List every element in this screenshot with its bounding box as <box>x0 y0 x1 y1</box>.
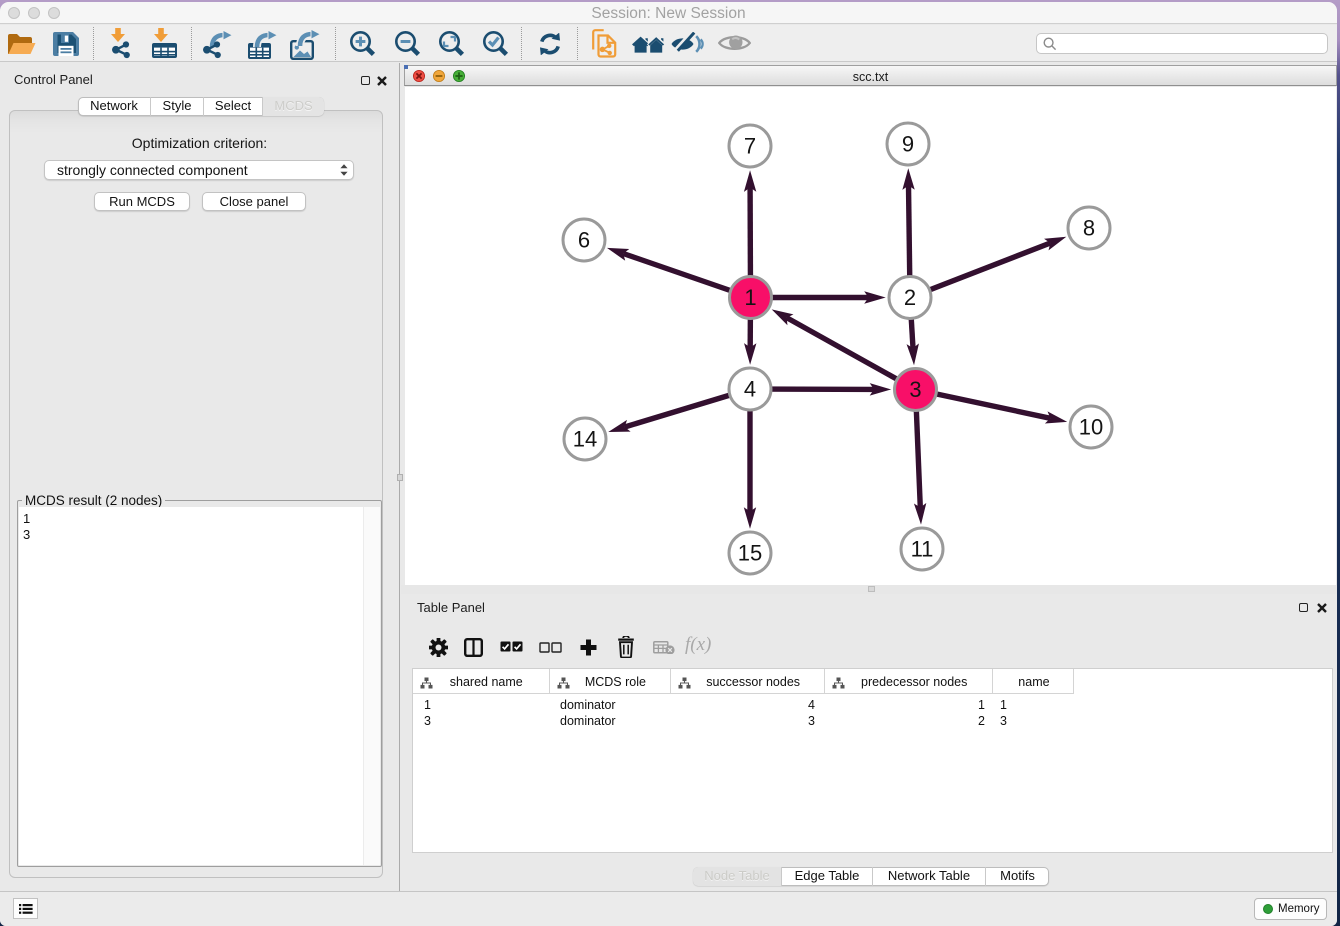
svg-text:7: 7 <box>744 134 756 159</box>
svg-text:8: 8 <box>1083 216 1095 241</box>
svg-text:6: 6 <box>578 228 590 253</box>
svg-text:3: 3 <box>909 377 921 402</box>
svg-text:10: 10 <box>1079 415 1103 440</box>
svg-text:2: 2 <box>904 285 916 310</box>
svg-text:11: 11 <box>911 537 934 562</box>
svg-text:15: 15 <box>738 541 762 566</box>
svg-text:9: 9 <box>902 132 914 157</box>
svg-text:4: 4 <box>744 377 756 402</box>
svg-text:14: 14 <box>573 427 597 452</box>
svg-text:1: 1 <box>744 285 756 310</box>
